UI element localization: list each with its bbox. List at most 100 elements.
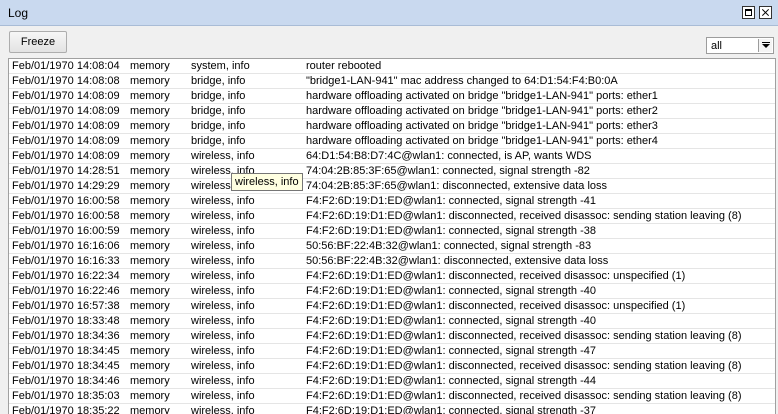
log-time: Feb/01/1970 18:34:45 (12, 360, 120, 372)
log-topics: wireless, info (191, 270, 255, 282)
log-row[interactable]: Feb/01/1970 14:29:29 memory wireless, info… (9, 179, 775, 194)
log-time: Feb/01/1970 16:00:59 (12, 225, 120, 237)
log-message: "bridge1-LAN-941" mac address changed to… (306, 75, 618, 87)
log-row[interactable]: Feb/01/1970 16:00:58 memory wireless, info… (9, 194, 775, 209)
log-topics: wireless, info (191, 390, 255, 402)
log-buffer: memory (130, 315, 170, 327)
log-message: F4:F2:6D:19:D1:ED@wlan1: disconnected, r… (306, 300, 686, 312)
log-topics: wireless, info (191, 225, 255, 237)
log-row[interactable]: Feb/01/1970 14:08:09 memory bridge, info ha… (9, 134, 775, 149)
log-row[interactable]: Feb/01/1970 16:16:06 memory wireless, info… (9, 239, 775, 254)
title-bar[interactable]: Log (0, 0, 778, 26)
freeze-button[interactable]: Freeze (9, 31, 67, 53)
log-row[interactable]: Feb/01/1970 16:00:59 memory wireless, info… (9, 224, 775, 239)
log-buffer: memory (130, 105, 170, 117)
log-topics: wireless, info (191, 195, 255, 207)
log-message: F4:F2:6D:19:D1:ED@wlan1: disconnected, r… (306, 390, 742, 402)
log-buffer: memory (130, 390, 170, 402)
log-topics: bridge, info (191, 105, 246, 117)
log-time: Feb/01/1970 14:08:04 (12, 60, 120, 72)
log-row[interactable]: Feb/01/1970 16:57:38 memory wireless, info… (9, 299, 775, 314)
log-buffer: memory (130, 90, 170, 102)
log-time: Feb/01/1970 18:35:03 (12, 390, 120, 402)
close-icon[interactable] (759, 6, 772, 19)
log-time: Feb/01/1970 18:33:48 (12, 315, 120, 327)
log-row[interactable]: Feb/01/1970 14:08:08 memory bridge, info "b… (9, 74, 775, 89)
window-title: Log (8, 6, 29, 20)
log-message: hardware offloading activated on bridge … (306, 90, 658, 102)
log-buffer: memory (130, 360, 170, 372)
log-row[interactable]: Feb/01/1970 16:22:46 memory wireless, info… (9, 284, 775, 299)
log-buffer: memory (130, 345, 170, 357)
log-message: 50:56:BF:22:4B:32@wlan1: disconnected, e… (306, 255, 609, 267)
log-message: 74:04:2B:85:3F:65@wlan1: disconnected, e… (306, 180, 608, 192)
log-topics: wireless, info (191, 405, 255, 414)
log-buffer: memory (130, 165, 170, 177)
log-row[interactable]: Feb/01/1970 18:34:45 memory wireless, info… (9, 359, 775, 374)
log-row[interactable]: Feb/01/1970 16:00:58 memory wireless, info… (9, 209, 775, 224)
log-time: Feb/01/1970 16:57:38 (12, 300, 120, 312)
log-buffer: memory (130, 240, 170, 252)
log-time: Feb/01/1970 14:08:09 (12, 135, 120, 147)
log-time: Feb/01/1970 16:00:58 (12, 210, 120, 222)
log-row[interactable]: Feb/01/1970 18:34:45 memory wireless, info… (9, 344, 775, 359)
log-message: F4:F2:6D:19:D1:ED@wlan1: disconnected, r… (306, 330, 742, 342)
log-table[interactable]: Feb/01/1970 14:08:04 memory system, info ro… (8, 58, 776, 414)
log-row[interactable]: Feb/01/1970 18:34:46 memory wireless, info… (9, 374, 775, 389)
log-row[interactable]: Feb/01/1970 14:08:09 memory bridge, info ha… (9, 89, 775, 104)
log-message: F4:F2:6D:19:D1:ED@wlan1: connected, sign… (306, 315, 596, 327)
log-topics: bridge, info (191, 90, 246, 102)
log-time: Feb/01/1970 18:35:22 (12, 405, 120, 414)
log-row[interactable]: Feb/01/1970 18:34:36 memory wireless, info… (9, 329, 775, 344)
log-buffer: memory (130, 270, 170, 282)
log-row[interactable]: Feb/01/1970 18:33:48 memory wireless, info… (9, 314, 775, 329)
log-time: Feb/01/1970 16:22:34 (12, 270, 120, 282)
log-buffer: memory (130, 210, 170, 222)
log-row[interactable]: Feb/01/1970 16:16:33 memory wireless, info… (9, 254, 775, 269)
log-message: F4:F2:6D:19:D1:ED@wlan1: disconnected, r… (306, 360, 742, 372)
log-message: 64:D1:54:B8:D7:4C@wlan1: connected, is A… (306, 150, 592, 162)
log-topics: wireless, info (191, 150, 255, 162)
log-buffer: memory (130, 300, 170, 312)
log-row[interactable]: Feb/01/1970 14:08:04 memory system, info ro… (9, 59, 775, 74)
log-message: router rebooted (306, 60, 382, 72)
filter-select[interactable]: all (706, 37, 774, 54)
log-buffer: memory (130, 255, 170, 267)
log-time: Feb/01/1970 14:28:51 (12, 165, 120, 177)
log-message: hardware offloading activated on bridge … (306, 120, 658, 132)
log-topics: wireless, info (191, 285, 255, 297)
log-time: Feb/01/1970 18:34:45 (12, 345, 120, 357)
log-row[interactable]: Feb/01/1970 14:08:09 memory wireless, info… (9, 149, 775, 164)
log-row[interactable]: Feb/01/1970 18:35:22 memory wireless, info… (9, 404, 775, 414)
log-buffer: memory (130, 180, 170, 192)
log-row[interactable]: Feb/01/1970 14:28:51 memory wireless, info… (9, 164, 775, 179)
log-buffer: memory (130, 75, 170, 87)
log-row[interactable]: Feb/01/1970 18:35:03 memory wireless, info… (9, 389, 775, 404)
log-time: Feb/01/1970 16:00:58 (12, 195, 120, 207)
log-topics: wireless, info (191, 360, 255, 372)
log-buffer: memory (130, 120, 170, 132)
log-message: F4:F2:6D:19:D1:ED@wlan1: connected, sign… (306, 375, 596, 387)
log-time: Feb/01/1970 16:16:06 (12, 240, 120, 252)
log-topics: wireless, info (191, 240, 255, 252)
log-buffer: memory (130, 405, 170, 414)
maximize-icon[interactable] (742, 6, 755, 19)
log-message: F4:F2:6D:19:D1:ED@wlan1: connected, sign… (306, 195, 596, 207)
log-topics: wireless, info (191, 210, 255, 222)
dropdown-arrow-icon[interactable] (758, 39, 772, 52)
log-topics: bridge, info (191, 120, 246, 132)
log-row[interactable]: Feb/01/1970 16:22:34 memory wireless, info… (9, 269, 775, 284)
log-time: Feb/01/1970 18:34:46 (12, 375, 120, 387)
log-buffer: memory (130, 330, 170, 342)
log-row[interactable]: Feb/01/1970 14:08:09 memory bridge, info ha… (9, 104, 775, 119)
log-time: Feb/01/1970 18:34:36 (12, 330, 120, 342)
log-message: F4:F2:6D:19:D1:ED@wlan1: disconnected, r… (306, 270, 686, 282)
log-message: 50:56:BF:22:4B:32@wlan1: connected, sign… (306, 240, 592, 252)
log-buffer: memory (130, 135, 170, 147)
log-message: F4:F2:6D:19:D1:ED@wlan1: connected, sign… (306, 225, 596, 237)
log-topics: wireless, info (191, 315, 255, 327)
toolbar: Freeze all (0, 26, 778, 58)
log-buffer: memory (130, 195, 170, 207)
log-row[interactable]: Feb/01/1970 14:08:09 memory bridge, info ha… (9, 119, 775, 134)
log-time: Feb/01/1970 16:16:33 (12, 255, 120, 267)
